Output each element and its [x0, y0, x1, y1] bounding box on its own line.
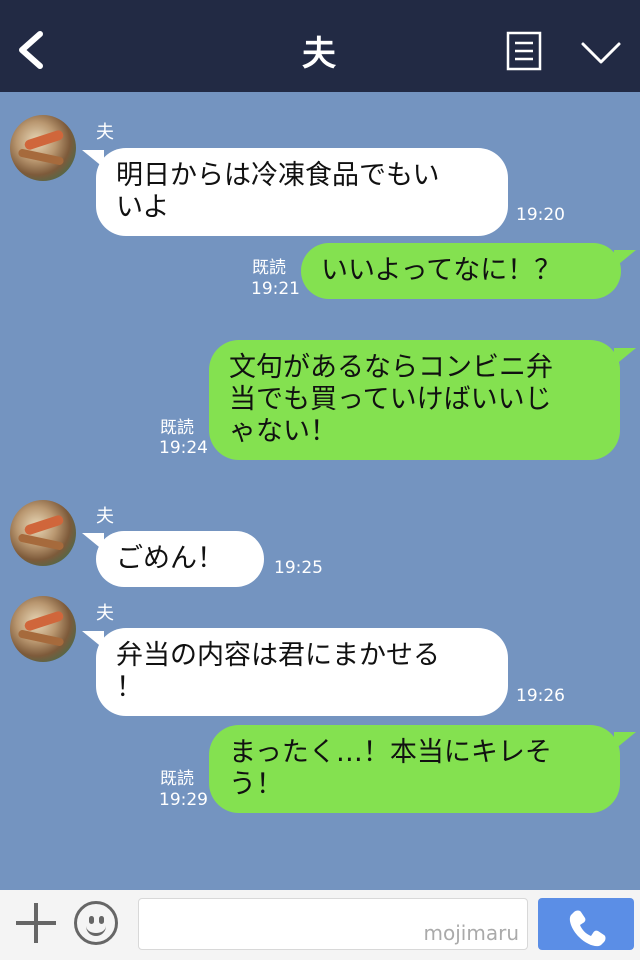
message-time: 19:24: [159, 438, 208, 458]
message-text: まったく…！本当にキレそ う！: [229, 737, 552, 800]
message-time: 19:29: [159, 790, 208, 810]
read-receipt: 既読: [160, 418, 194, 438]
message-bubble[interactable]: いいよってなに！？: [301, 243, 621, 299]
sender-name: 夫: [96, 603, 114, 624]
bubble-tail: [614, 250, 636, 268]
message-text: ごめん！: [116, 543, 224, 574]
message-bubble[interactable]: 弁当の内容は君にまかせる ！: [96, 628, 508, 716]
bubble-tail: [614, 732, 636, 750]
chat-area: 夫 明日からは冷凍食品でもい いよ 19:20 既読 19:21 いいよってなに…: [0, 92, 640, 890]
message-composer: mojimaru: [0, 890, 640, 960]
message-time: 19:26: [516, 686, 565, 706]
watermark-text: mojimaru: [423, 921, 519, 945]
avatar[interactable]: [10, 115, 76, 181]
chat-title: 夫: [302, 34, 338, 74]
avatar[interactable]: [10, 500, 76, 566]
sender-name: 夫: [96, 506, 114, 527]
message-bubble[interactable]: 明日からは冷凍食品でもい いよ: [96, 148, 508, 236]
message-time: 19:21: [251, 279, 300, 299]
avatar[interactable]: [10, 596, 76, 662]
message-text: いいよってなに！？: [321, 255, 562, 286]
message-text: 文句があるならコンビニ弁 当でも買っていけばいいじ ゃない！: [229, 352, 553, 447]
read-receipt: 既読: [160, 769, 194, 789]
read-receipt: 既読: [252, 258, 286, 278]
message-time: 19:25: [274, 558, 323, 578]
chat-header: 夫: [0, 0, 640, 92]
message-bubble[interactable]: ごめん！: [96, 531, 264, 587]
message-bubble[interactable]: 文句があるならコンビニ弁 当でも買っていけばいいじ ゃない！: [209, 340, 620, 460]
bubble-tail: [614, 348, 636, 366]
plus-icon[interactable]: [0, 890, 72, 960]
message-text: 明日からは冷凍食品でもい いよ: [116, 160, 440, 223]
smiley-icon[interactable]: [74, 901, 118, 945]
message-time: 19:20: [516, 205, 565, 225]
phone-icon: [569, 910, 606, 947]
menu-icon[interactable]: [506, 31, 542, 71]
sender-name: 夫: [96, 122, 114, 143]
message-input[interactable]: mojimaru: [138, 898, 528, 950]
call-button[interactable]: [538, 898, 634, 950]
message-bubble[interactable]: まったく…！本当にキレそ う！: [209, 725, 620, 813]
message-text: 弁当の内容は君にまかせる ！: [116, 640, 440, 703]
chevron-down-icon[interactable]: [580, 40, 622, 66]
